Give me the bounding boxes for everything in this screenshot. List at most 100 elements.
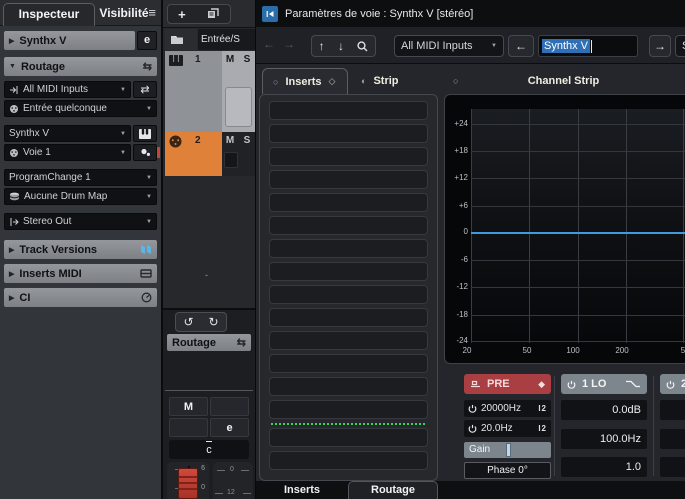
insert-slot[interactable] [269,239,428,258]
tab-inspecteur[interactable]: Inspecteur [3,3,95,26]
insert-slot[interactable] [269,308,428,327]
pre-gain-slider[interactable]: Gain [464,442,551,458]
insert-slot[interactable] [269,193,428,212]
phase-button[interactable]: Phase 0° [464,462,551,479]
power-icon[interactable] [666,380,675,389]
collapse-handle[interactable]: - [205,270,208,280]
midi-channel-select[interactable]: Voie 1 ▼ [4,144,131,161]
solo-button[interactable]: S [239,133,255,148]
pan-control[interactable]: c [169,440,249,459]
inspector-menu-icon[interactable]: ≡ [148,5,156,20]
track-row[interactable]: 1 M S [163,51,255,132]
bottom-tab-inserts[interactable]: Inserts [256,481,348,499]
track-name-header[interactable]: ▶ Synthx V [4,31,135,50]
search-channel-icon[interactable] [357,41,368,52]
eq-band-header[interactable]: 2 [660,374,685,394]
audio-output-select[interactable]: Stereo Out ▼ [4,213,157,230]
insert-slot[interactable] [269,262,428,281]
mute-button[interactable]: M [222,52,238,67]
section-track-versions[interactable]: ▶ Track Versions [4,240,157,259]
section-inserts-midi[interactable]: ▶ Inserts MIDI [4,264,157,283]
previous-channel-button[interactable]: ↑ [319,39,325,53]
history-back-button[interactable]: ← [260,37,278,51]
insert-slot[interactable] [269,354,428,373]
slope-icon[interactable]: I2 [538,404,547,413]
edit-button[interactable]: e [210,418,249,437]
next-channel-button[interactable]: ↓ [338,39,344,53]
add-track-button[interactable]: + [178,7,186,22]
open-instrument-button[interactable] [133,125,157,142]
power-icon[interactable] [567,380,576,389]
compare-icon[interactable]: ◆ [538,379,545,390]
band-q-value[interactable] [660,457,685,477]
insert-slot[interactable] [269,331,428,350]
band-gain-value[interactable]: 0.0dB [561,400,647,420]
eq-band-header[interactable]: 1 LO [561,374,647,394]
channel-name-field[interactable]: Synthx V [538,35,638,57]
low-cut-row[interactable]: 20.0Hz I2 [464,420,551,437]
redo-button[interactable]: ↻ [208,315,218,329]
section-ci[interactable]: ▶ CI [4,288,157,307]
output-routing-select[interactable]: Ster [675,35,685,57]
insert-slot[interactable] [269,428,428,447]
band-freq-value[interactable]: 100.0Hz [561,429,647,449]
insert-slot[interactable] [269,101,428,120]
input-assign-button[interactable]: ← [508,35,534,57]
routing-section-header[interactable]: ▼ Routage ⇆ [4,57,157,76]
output-assign-button[interactable]: → [649,35,671,57]
insert-slot[interactable] [269,377,428,396]
pre-filter-header[interactable]: PRE ◆ [464,374,551,394]
shelf-curve-icon[interactable] [625,379,641,389]
tab-channel-strip[interactable]: ○ Channel Strip [441,68,685,94]
history-forward-button[interactable]: → [280,37,298,51]
midi-output-select[interactable]: Synthx V ▼ [4,125,131,142]
inspector-panel: Inspecteur Visibilité ≡ ▶ Synthx V e ▼ R… [0,0,161,499]
edit-channel-button[interactable]: e [137,31,157,50]
track-row[interactable]: 2 M S [163,132,255,176]
power-icon[interactable] [468,404,477,413]
routing-header[interactable]: Routage ⇆ [167,334,251,351]
channel-options-button[interactable] [133,144,157,161]
band-freq-value[interactable] [660,429,685,449]
insert-slot[interactable] [269,400,428,419]
gain-slider-handle[interactable] [506,443,511,457]
insert-slot[interactable] [269,451,428,470]
midi-input-swap-button[interactable]: ⇄ [133,81,157,98]
program-select[interactable]: ProgramChange 1 ▼ [4,169,157,186]
back-icon[interactable] [262,6,278,22]
tab-inserts[interactable]: ○ Inserts ◇ [262,68,348,94]
bottom-tab-routing[interactable]: Routage [348,481,438,499]
insert-slot[interactable] [269,124,428,143]
track-control-slot[interactable] [225,87,252,127]
solo-button[interactable]: S [239,52,255,67]
mute-button[interactable]: M [222,133,238,148]
power-icon[interactable] [468,424,477,433]
listen-button[interactable] [210,397,249,416]
equalizer-display[interactable]: +24 +18 +12 +6 0 -6 -12 -18 -24 20 50 10… [444,94,685,364]
folder-cell[interactable] [165,29,197,50]
insert-slot[interactable] [269,216,428,235]
high-cut-row[interactable]: 20000Hz I2 [464,400,551,417]
fader-cap[interactable] [178,468,198,499]
insert-slot[interactable] [269,170,428,189]
tab-visibilite[interactable]: Visibilité [98,3,150,26]
input-routing-select[interactable]: All MIDI Inputs ▼ [394,35,504,57]
automation-button[interactable] [169,418,208,437]
slope-icon[interactable]: I2 [538,424,547,433]
undo-button[interactable]: ↺ [183,315,193,329]
band-gain-value[interactable] [660,400,685,420]
mute-button[interactable]: M [169,397,208,416]
post-insert-slots [269,428,428,470]
io-column-header[interactable]: Entrée/S [198,29,255,50]
tab-strip[interactable]: ◐ Strip [351,68,437,94]
midi-track-icon [169,135,182,148]
insert-slot[interactable] [269,285,428,304]
midi-input-select[interactable]: All MIDI Inputs ▼ [4,81,131,98]
pre-post-separator[interactable] [271,423,426,425]
use-track-preset-icon[interactable] [206,8,220,20]
insert-slot[interactable] [269,147,428,166]
input-any-select[interactable]: Entrée quelconque ▼ [4,100,157,117]
track-control-slot[interactable] [224,152,238,168]
drum-map-select[interactable]: Aucune Drum Map ▼ [4,188,157,205]
band-q-value[interactable]: 1.0 [561,457,647,477]
